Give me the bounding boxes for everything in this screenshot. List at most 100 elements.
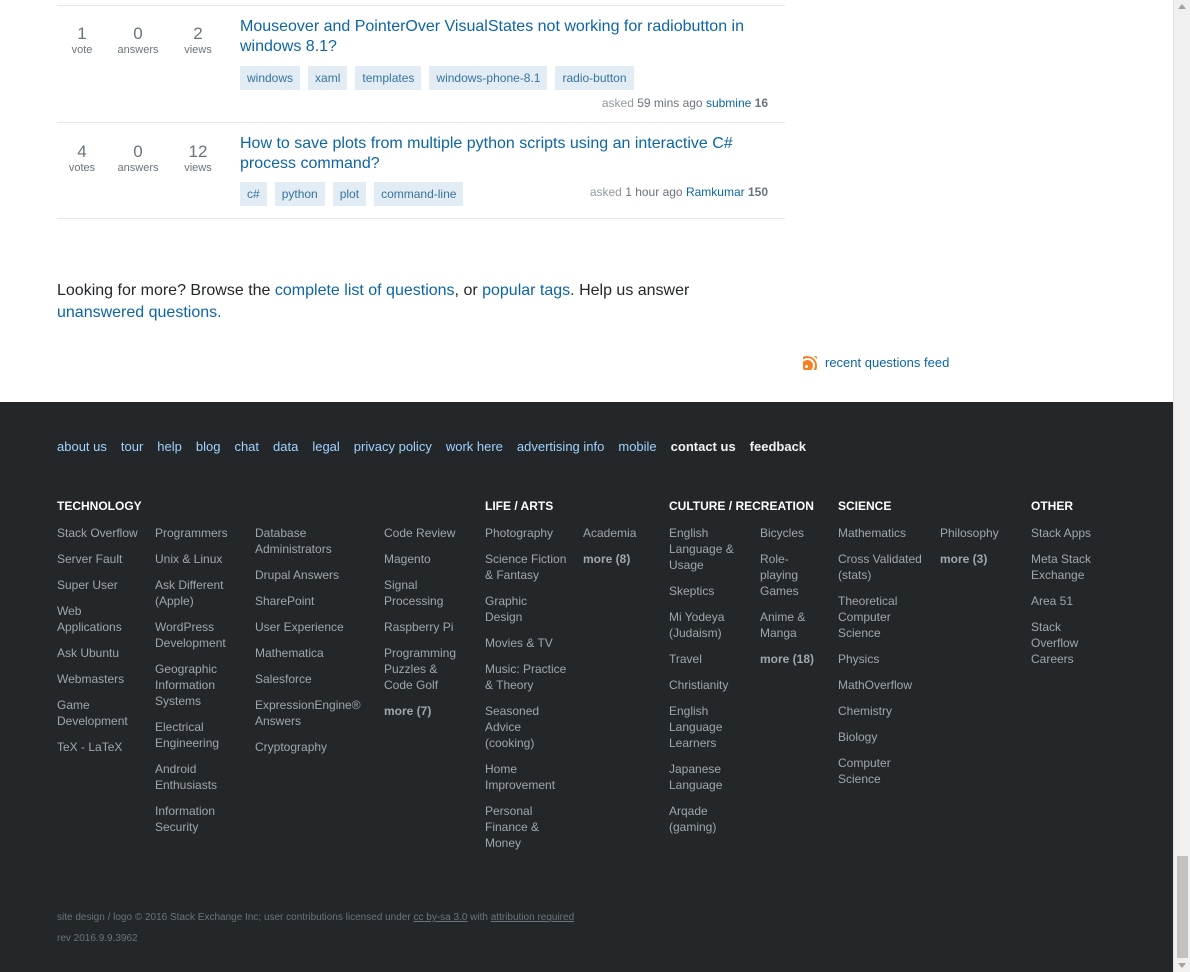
tag-radio-button[interactable]: radio-button	[555, 66, 634, 90]
footer-link-feedback[interactable]: feedback	[750, 439, 806, 454]
tag-plot[interactable]: plot	[332, 182, 367, 206]
attribution-link[interactable]: attribution required	[491, 912, 574, 923]
recent-questions-feed[interactable]: recent questions feed	[803, 355, 949, 370]
site-link[interactable]: Travel	[669, 651, 749, 667]
site-link[interactable]: Drupal Answers	[255, 567, 373, 583]
site-link[interactable]: Skeptics	[669, 583, 749, 599]
more-technology-link[interactable]: more (7)	[384, 703, 464, 719]
tag-templates[interactable]: templates	[355, 66, 422, 90]
site-link[interactable]: Super User	[57, 577, 145, 593]
site-link[interactable]: Meta Stack Exchange	[1031, 551, 1097, 583]
footer-link-privacy-policy[interactable]: privacy policy	[354, 439, 432, 454]
site-link[interactable]: Game Development	[57, 697, 137, 729]
site-link[interactable]: Geographic Information Systems	[155, 661, 225, 709]
site-link[interactable]: MathOverflow	[838, 677, 930, 693]
site-link[interactable]: Stack Apps	[1031, 525, 1111, 541]
site-link[interactable]: Theoretical Computer Science	[838, 593, 908, 641]
tag-command-line[interactable]: command-line	[374, 182, 464, 206]
site-link[interactable]: Area 51	[1031, 593, 1111, 609]
site-link[interactable]: Signal Processing	[384, 577, 454, 609]
site-link[interactable]: WordPress Development	[155, 619, 235, 651]
footer-link-data[interactable]: data	[273, 439, 298, 454]
footer-link-mobile[interactable]: mobile	[618, 439, 656, 454]
site-link[interactable]: Photography	[485, 525, 573, 541]
tag-xaml[interactable]: xaml	[308, 66, 348, 90]
site-link[interactable]: Cryptography	[255, 739, 373, 755]
site-link[interactable]: English Language & Usage	[669, 525, 741, 573]
site-link[interactable]: Ask Ubuntu	[57, 645, 145, 661]
site-link[interactable]: Academia	[583, 525, 653, 541]
footer-link-contact-us[interactable]: contact us	[671, 439, 736, 454]
site-link[interactable]: Raspberry Pi	[384, 619, 464, 635]
site-link[interactable]: Ask Different (Apple)	[155, 577, 230, 609]
site-link[interactable]: Programming Puzzles & Code Golf	[384, 645, 460, 693]
site-link[interactable]: Role-playing Games	[760, 551, 810, 599]
site-link[interactable]: TeX - LaTeX	[57, 739, 145, 755]
popular-tags-link[interactable]: popular tags	[482, 282, 570, 299]
site-link[interactable]: Magento	[384, 551, 464, 567]
site-link[interactable]: English Language Learners	[669, 703, 731, 751]
site-link[interactable]: Personal Finance & Money	[485, 803, 545, 851]
question-title-link[interactable]: Mouseover and PointerOver VisualStates n…	[240, 17, 780, 57]
footer-link-blog[interactable]: blog	[196, 439, 221, 454]
site-link[interactable]: SharePoint	[255, 593, 373, 609]
site-link[interactable]: Mi Yodeya (Judaism)	[669, 609, 735, 641]
site-link[interactable]: Database Administrators	[255, 525, 345, 557]
site-link[interactable]: Chemistry	[838, 703, 930, 719]
more-life-arts-link[interactable]: more (8)	[583, 551, 653, 567]
footer-link-legal[interactable]: legal	[312, 439, 339, 454]
site-link[interactable]: Code Review	[384, 525, 464, 541]
site-link[interactable]: Seasoned Advice (cooking)	[485, 703, 545, 751]
site-link[interactable]: Physics	[838, 651, 930, 667]
site-link[interactable]: Anime & Manga	[760, 609, 810, 641]
footer-link-work-here[interactable]: work here	[446, 439, 503, 454]
footer-link-about-us[interactable]: about us	[57, 439, 107, 454]
site-link[interactable]: Server Fault	[57, 551, 145, 567]
site-link[interactable]: Electrical Engineering	[155, 719, 225, 751]
site-link[interactable]: Programmers	[155, 525, 243, 541]
site-link[interactable]: User Experience	[255, 619, 373, 635]
user-link[interactable]: Ramkumar	[686, 185, 745, 199]
site-link[interactable]: ExpressionEngine® Answers	[255, 697, 367, 729]
site-link[interactable]: Stack Overflow	[57, 525, 145, 541]
site-link[interactable]: Arqade (gaming)	[669, 803, 725, 835]
site-link[interactable]: Webmasters	[57, 671, 145, 687]
scroll-up-arrow-icon[interactable]	[1178, 4, 1186, 9]
site-link[interactable]: Web Applications	[57, 603, 127, 635]
asked-time[interactable]: 1 hour ago	[625, 185, 682, 199]
site-link[interactable]: Biology	[838, 729, 930, 745]
user-link[interactable]: submine	[706, 96, 751, 110]
asked-time[interactable]: 59 mins ago	[637, 96, 702, 110]
vertical-scrollbar[interactable]	[1173, 0, 1190, 972]
site-link[interactable]: Science Fiction & Fantasy	[485, 551, 571, 583]
site-link[interactable]: Music: Practice & Theory	[485, 661, 571, 693]
site-link[interactable]: Android Enthusiasts	[155, 761, 225, 793]
more-culture-link[interactable]: more (18)	[760, 651, 830, 667]
site-link[interactable]: Christianity	[669, 677, 749, 693]
license-link[interactable]: cc by-sa 3.0	[413, 912, 467, 923]
tag-windows[interactable]: windows	[240, 66, 301, 90]
footer-link-help[interactable]: help	[157, 439, 182, 454]
footer-link-advertising-info[interactable]: advertising info	[517, 439, 604, 454]
site-link[interactable]: Philosophy	[940, 525, 1020, 541]
tag-windows-phone-8-1[interactable]: windows-phone-8.1	[429, 66, 548, 90]
unanswered-questions-link[interactable]: unanswered questions	[57, 304, 217, 321]
site-link[interactable]: Unix & Linux	[155, 551, 243, 567]
tag-c-sharp[interactable]: c#	[240, 182, 267, 206]
question-title-link[interactable]: How to save plots from multiple python s…	[240, 134, 780, 174]
site-link[interactable]: Movies & TV	[485, 635, 573, 651]
site-link[interactable]: Mathematics	[838, 525, 930, 541]
site-link[interactable]: Home Improvement	[485, 761, 563, 793]
site-link[interactable]: Japanese Language	[669, 761, 729, 793]
site-link[interactable]: Cross Validated (stats)	[838, 551, 928, 583]
site-link[interactable]: Graphic Design	[485, 593, 545, 625]
footer-link-tour[interactable]: tour	[121, 439, 143, 454]
site-link[interactable]: Bicycles	[760, 525, 830, 541]
scroll-thumb[interactable]	[1177, 856, 1188, 958]
site-link[interactable]: Computer Science	[838, 755, 898, 787]
scroll-down-arrow-icon[interactable]	[1178, 963, 1186, 968]
footer-link-chat[interactable]: chat	[234, 439, 259, 454]
site-link[interactable]: Salesforce	[255, 671, 373, 687]
site-link[interactable]: Information Security	[155, 803, 225, 835]
site-link[interactable]: Stack Overflow Careers	[1031, 619, 1085, 667]
